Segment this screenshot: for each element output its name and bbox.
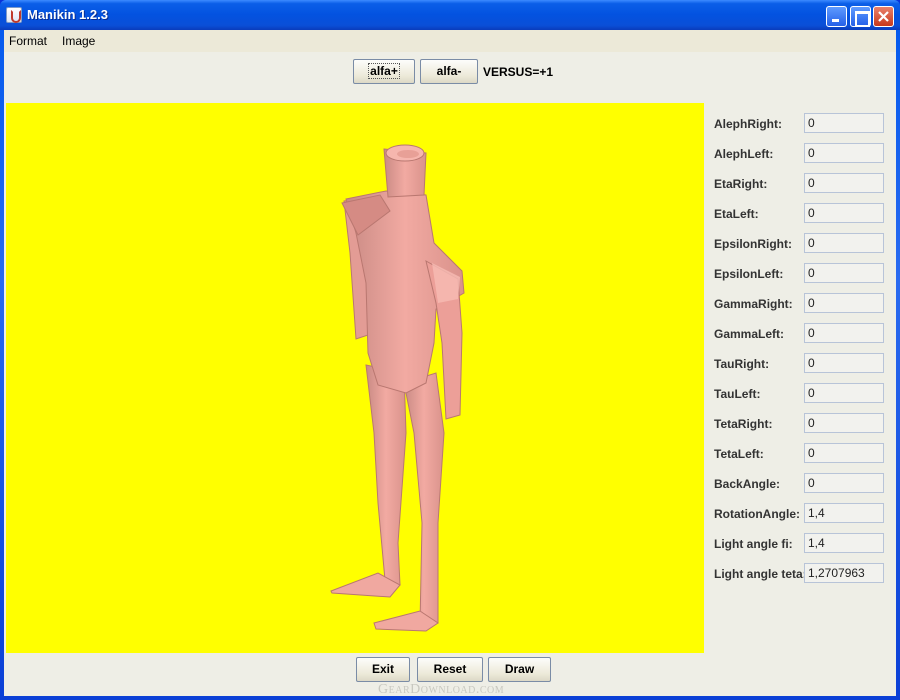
param-label: Light angle fi: xyxy=(714,537,793,551)
window-title: Manikin 1.2.3 xyxy=(27,7,108,22)
menu-image[interactable]: Image xyxy=(62,34,95,48)
app-window: Manikin 1.2.3 Format Image alfa+ alfa- V… xyxy=(0,0,900,700)
param-input[interactable] xyxy=(804,263,884,283)
manikin-figure xyxy=(330,144,465,632)
param-input[interactable] xyxy=(804,473,884,493)
param-label: Light angle teta: xyxy=(714,567,807,581)
param-input[interactable] xyxy=(804,353,884,373)
render-canvas[interactable] xyxy=(6,103,704,653)
alfa-plus-button[interactable]: alfa+ xyxy=(353,59,415,84)
watermark: GearDownload.com xyxy=(378,682,505,697)
param-input[interactable] xyxy=(804,143,884,163)
param-label: TauLeft: xyxy=(714,387,761,401)
param-input[interactable] xyxy=(804,443,884,463)
param-label: AlephRight: xyxy=(714,117,782,131)
close-button[interactable] xyxy=(873,6,894,27)
java-app-icon xyxy=(6,7,22,23)
param-label: GammaRight: xyxy=(714,297,793,311)
versus-label: VERSUS=+1 xyxy=(483,65,554,79)
exit-button[interactable]: Exit xyxy=(356,657,410,682)
alfa-plus-label: alfa+ xyxy=(368,63,400,79)
reset-button[interactable]: Reset xyxy=(417,657,483,682)
param-input[interactable] xyxy=(804,503,884,523)
param-input[interactable] xyxy=(804,173,884,193)
title-bar[interactable]: Manikin 1.2.3 xyxy=(0,0,900,30)
param-label: EpsilonLeft: xyxy=(714,267,784,281)
draw-button[interactable]: Draw xyxy=(488,657,551,682)
param-label: EpsilonRight: xyxy=(714,237,792,251)
close-icon xyxy=(878,11,889,22)
param-label: TetaLeft: xyxy=(714,447,764,461)
param-input[interactable] xyxy=(804,533,884,553)
param-input[interactable] xyxy=(804,563,884,583)
minimize-button[interactable] xyxy=(826,6,847,27)
menu-bar: Format Image xyxy=(4,30,896,52)
param-label: TauRight: xyxy=(714,357,770,371)
param-label: EtaLeft: xyxy=(714,207,759,221)
param-label: TetaRight: xyxy=(714,417,773,431)
param-input[interactable] xyxy=(804,413,884,433)
param-input[interactable] xyxy=(804,233,884,253)
param-input[interactable] xyxy=(804,323,884,343)
alfa-minus-button[interactable]: alfa- xyxy=(420,59,478,84)
param-label: EtaRight: xyxy=(714,177,768,191)
window-client-area: Format Image alfa+ alfa- VERSUS=+1 Aleph… xyxy=(4,30,896,697)
param-label: AlephLeft: xyxy=(714,147,774,161)
maximize-button[interactable] xyxy=(850,6,871,27)
param-input[interactable] xyxy=(804,203,884,223)
param-label: RotationAngle: xyxy=(714,507,800,521)
param-input[interactable] xyxy=(804,293,884,313)
param-label: BackAngle: xyxy=(714,477,781,491)
menu-format[interactable]: Format xyxy=(9,34,47,48)
param-input[interactable] xyxy=(804,383,884,403)
param-label: GammaLeft: xyxy=(714,327,785,341)
param-input[interactable] xyxy=(804,113,884,133)
